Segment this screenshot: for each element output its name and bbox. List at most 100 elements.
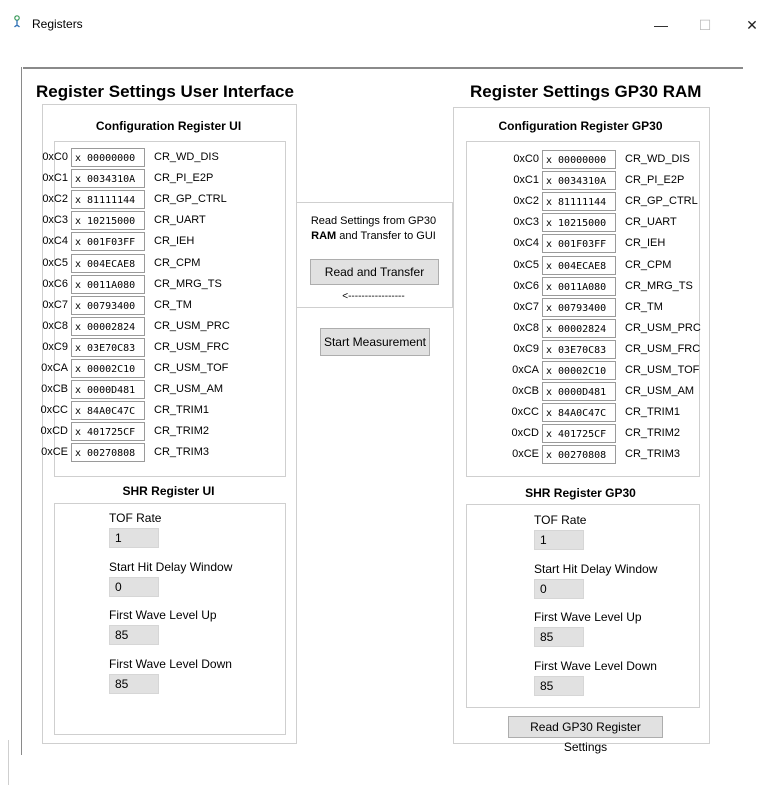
start-measurement-button[interactable]: Start Measurement <box>320 328 430 356</box>
register-value-input[interactable]: x 00000000 <box>71 148 145 167</box>
shr-field-value[interactable]: 85 <box>109 625 159 645</box>
transfer-info-text: Read Settings from GP30 RAM and Transfer… <box>296 214 451 244</box>
shr-field-value[interactable]: 0 <box>109 576 159 597</box>
register-value-input[interactable]: x 401725CF <box>71 422 145 442</box>
shr-field-label: TOF Rate <box>534 513 587 527</box>
register-address: 0xCC <box>511 406 539 419</box>
register-value-input[interactable]: x 001F03FF <box>542 234 616 254</box>
register-name: CR_TM <box>625 300 663 313</box>
register-name: CR_USM_PRC <box>154 319 230 332</box>
register-name: CR_MRG_TS <box>154 277 222 290</box>
register-value-input[interactable]: x 001F03FF <box>71 232 145 252</box>
register-value-input[interactable]: x 00793400 <box>542 297 616 317</box>
register-address: 0xC8 <box>513 321 539 334</box>
shr-field-value[interactable]: 85 <box>534 627 584 647</box>
register-address: 0xC4 <box>513 237 539 250</box>
right-shr-title: SHR Register GP30 <box>525 486 636 500</box>
register-value-input[interactable]: x 00002C10 <box>71 359 145 378</box>
register-address: 0xCB <box>41 383 68 396</box>
register-address: 0xCC <box>40 404 68 417</box>
register-name: CR_USM_TOF <box>154 362 229 374</box>
frame-border-top <box>23 67 743 69</box>
register-value-input[interactable]: x 84A0C47C <box>71 401 145 421</box>
register-name: CR_WD_DIS <box>154 151 219 163</box>
register-address: 0xCA <box>512 364 539 376</box>
register-value-input[interactable]: x 00270808 <box>71 443 145 463</box>
register-address: 0xCE <box>512 448 539 461</box>
register-address: 0xC6 <box>513 279 539 292</box>
register-value-input[interactable]: x 0000D481 <box>71 380 145 400</box>
register-address: 0xC5 <box>42 256 68 269</box>
register-address: 0xC2 <box>513 195 539 208</box>
register-address: 0xC6 <box>42 277 68 290</box>
maximize-button[interactable]: ☐ <box>690 10 720 40</box>
window-title: Registers <box>32 17 83 31</box>
register-value-input[interactable]: x 00270808 <box>542 445 616 465</box>
register-value-input[interactable]: x 03E70C83 <box>71 337 145 357</box>
register-name: CR_IEH <box>625 237 666 250</box>
register-address: 0xC3 <box>42 214 68 227</box>
register-name: CR_TRIM3 <box>154 446 210 459</box>
shr-field-value[interactable]: 85 <box>534 675 584 696</box>
register-name: CR_GP_CTRL <box>154 193 227 206</box>
app-icon <box>14 15 20 28</box>
register-value-input[interactable]: x 00002C10 <box>542 361 616 380</box>
transfer-info-ram: RAM <box>311 230 337 242</box>
register-name: CR_PI_E2P <box>625 174 685 187</box>
register-name: CR_USM_PRC <box>625 321 701 334</box>
register-address: 0xC7 <box>42 298 68 311</box>
shr-field-value[interactable]: 85 <box>109 673 159 694</box>
register-name: CR_PI_E2P <box>154 172 214 185</box>
register-address: 0xC8 <box>42 319 68 332</box>
register-value-input[interactable]: x 401725CF <box>542 424 616 444</box>
register-value-input[interactable]: x 00002824 <box>542 318 616 338</box>
shr-field-value[interactable]: 1 <box>109 528 159 548</box>
register-value-input[interactable]: x 0034310A <box>71 169 145 189</box>
register-address: 0xC1 <box>42 172 68 185</box>
register-address: 0xCA <box>41 362 68 374</box>
register-value-input[interactable]: x 0011A080 <box>71 274 145 294</box>
register-value-input[interactable]: x 81111144 <box>542 192 616 212</box>
register-value-input[interactable]: x 00793400 <box>71 295 145 315</box>
register-name: CR_TRIM2 <box>625 427 681 440</box>
register-value-input[interactable]: x 00002824 <box>71 316 145 336</box>
read-and-transfer-button[interactable]: Read and Transfer <box>310 259 439 285</box>
register-value-input[interactable]: x 0011A080 <box>542 276 616 296</box>
register-value-input[interactable]: x 0034310A <box>542 171 616 191</box>
register-address: 0xC3 <box>513 216 539 229</box>
shr-field-label: Start Hit Delay Window <box>534 561 658 576</box>
register-value-input[interactable]: x 84A0C47C <box>542 403 616 423</box>
register-address: 0xC2 <box>42 193 68 206</box>
register-address: 0xCE <box>41 446 68 459</box>
register-address: 0xC0 <box>513 153 539 165</box>
register-name: CR_TRIM1 <box>625 406 681 419</box>
frame-border-lower <box>8 740 9 785</box>
register-address: 0xC9 <box>513 342 539 355</box>
minimize-button[interactable]: — <box>646 10 676 40</box>
register-name: CR_CPM <box>625 258 672 271</box>
register-value-input[interactable]: x 00000000 <box>542 150 616 169</box>
register-name: CR_TRIM2 <box>154 425 210 438</box>
transfer-info-line1: Read Settings from GP30 <box>310 215 437 227</box>
register-value-input[interactable]: x 81111144 <box>71 190 145 210</box>
register-name: CR_TRIM3 <box>625 448 681 461</box>
register-name: CR_CPM <box>154 256 201 269</box>
register-value-input[interactable]: x 004ECAE8 <box>71 253 145 273</box>
register-value-input[interactable]: x 03E70C83 <box>542 339 616 359</box>
register-value-input[interactable]: x 10215000 <box>71 211 145 231</box>
shr-field-value[interactable]: 0 <box>534 578 584 599</box>
shr-field-value[interactable]: 1 <box>534 530 584 550</box>
close-button[interactable]: ✕ <box>737 10 767 40</box>
read-gp30-register-settings-button[interactable]: Read GP30 Register Settings <box>508 716 663 754</box>
register-value-input[interactable]: x 004ECAE8 <box>542 255 616 275</box>
shr-field-label: First Wave Level Down <box>534 658 657 673</box>
register-address: 0xC7 <box>513 300 539 313</box>
register-value-input[interactable]: x 0000D481 <box>542 382 616 402</box>
register-value-input[interactable]: x 10215000 <box>542 213 616 233</box>
window-titlebar: Registers — ☐ ✕ <box>0 0 768 50</box>
register-address: 0xC0 <box>42 151 68 163</box>
transfer-info-line2: and Transfer to GUI <box>336 230 436 242</box>
shr-field-label: TOF Rate <box>109 511 162 525</box>
register-address: 0xC9 <box>42 340 68 353</box>
register-name: CR_WD_DIS <box>625 153 690 165</box>
